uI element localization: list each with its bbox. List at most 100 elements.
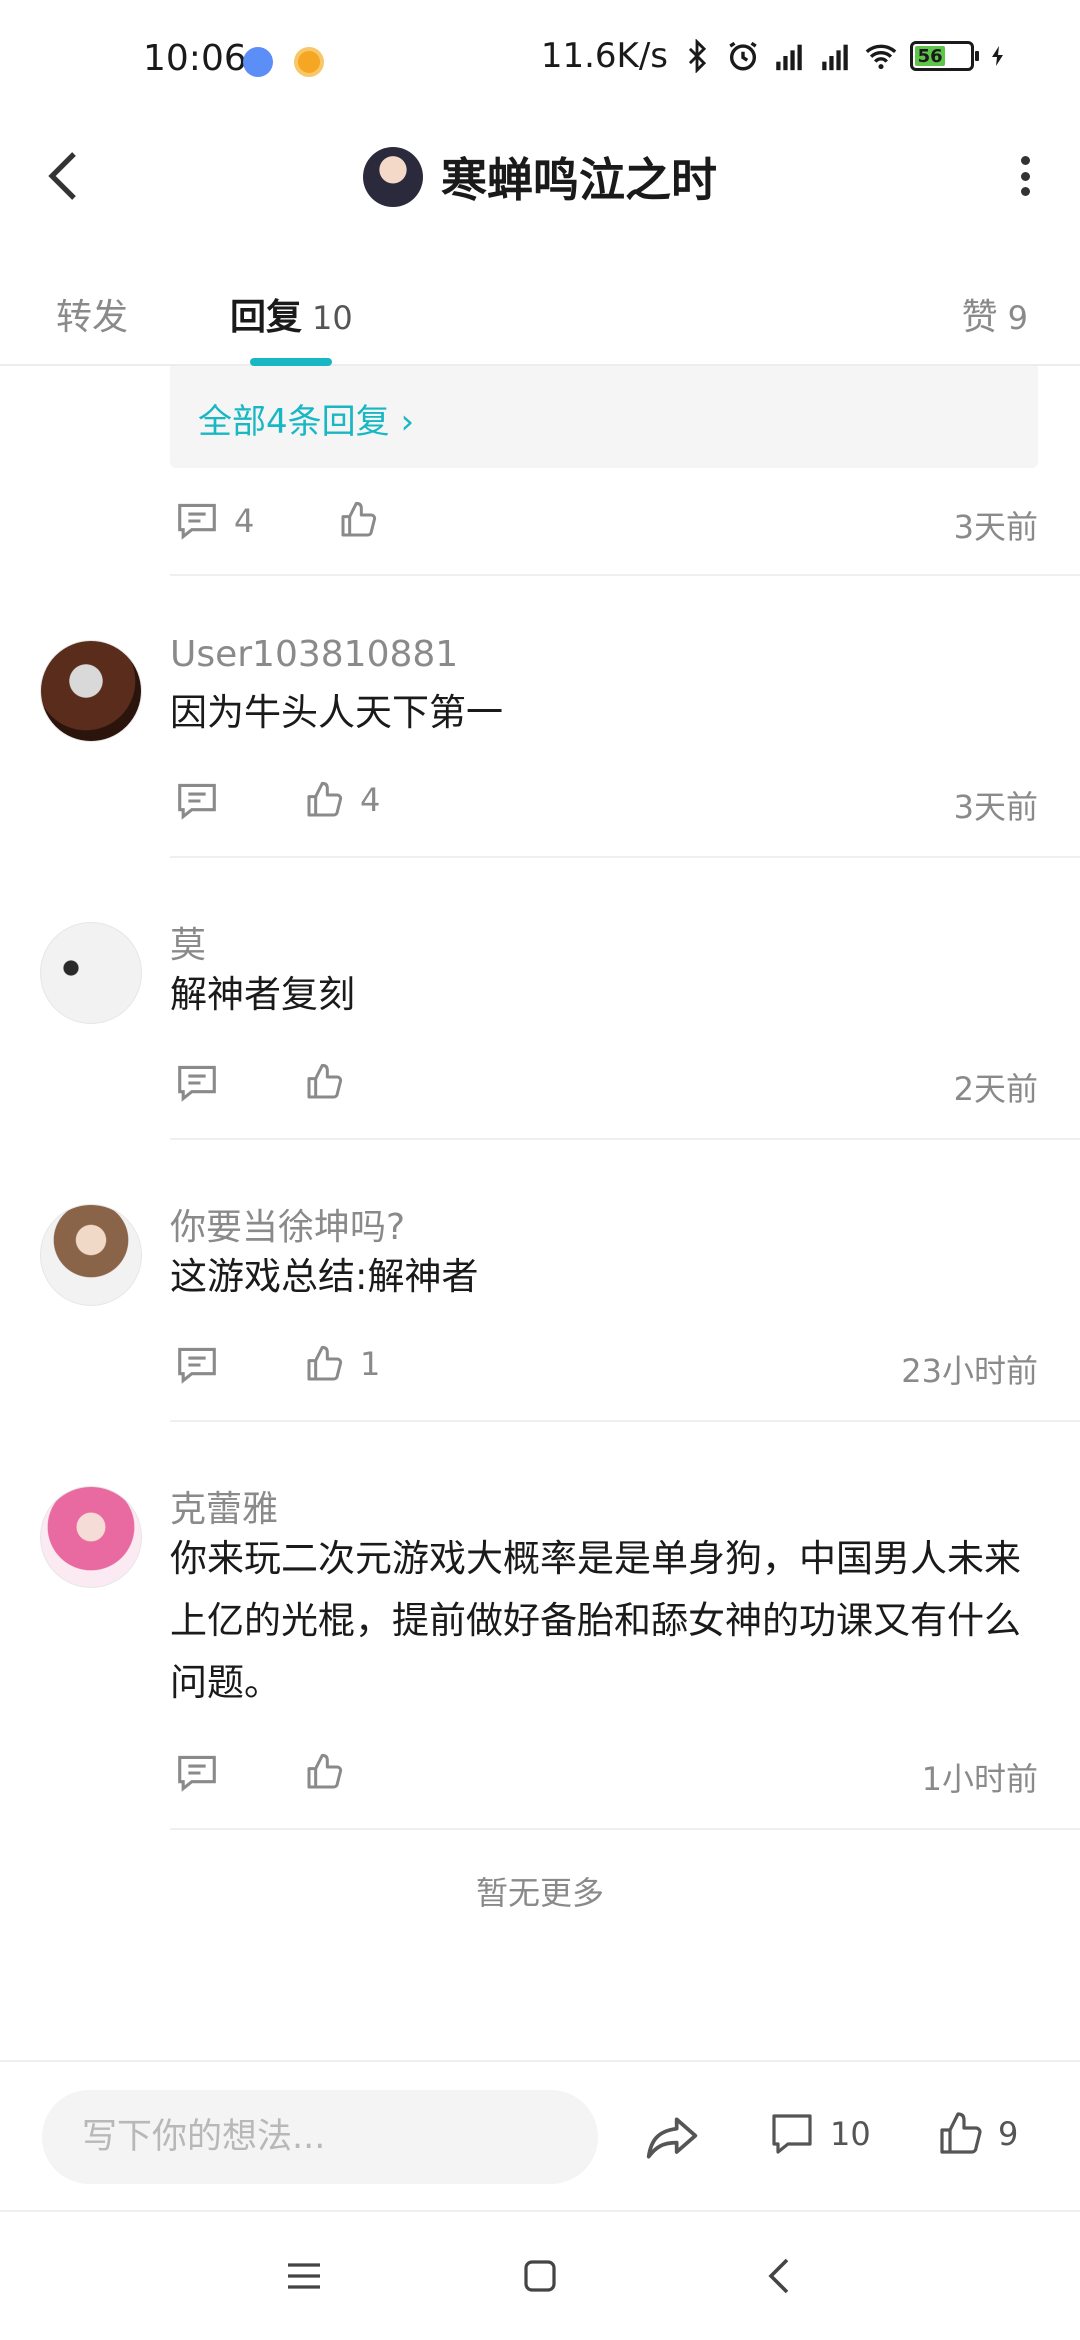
comment-actions: 1小时前 — [170, 1748, 1038, 1798]
more-options-button[interactable] — [1010, 150, 1040, 202]
comment-actions: 4 3天前 — [170, 776, 1038, 826]
network-speed: 11.6K/s — [540, 36, 668, 76]
comment-count-button[interactable]: 10 — [768, 2110, 871, 2158]
like-count: 1 — [360, 1345, 381, 1383]
comment-actions: 4 3天前 — [170, 496, 1038, 546]
divider — [170, 1420, 1080, 1422]
divider — [170, 574, 1080, 576]
view-all-replies-link[interactable]: 全部4条回复 › — [198, 394, 414, 443]
alarm-icon — [729, 41, 757, 71]
comment-actions: 2天前 — [170, 1058, 1038, 1108]
signal-hd-icon — [776, 44, 802, 71]
comment-input[interactable] — [42, 2090, 598, 2184]
comment-count: 10 — [830, 2115, 871, 2153]
square-icon — [524, 2260, 556, 2292]
divider — [170, 856, 1080, 858]
timestamp: 3天前 — [953, 788, 1038, 826]
system-back-button[interactable] — [752, 2248, 808, 2304]
header: 寒蝉鸣泣之时 — [0, 126, 1080, 226]
share-icon — [646, 2117, 698, 2159]
tab-likes-count: 9 — [1007, 299, 1028, 337]
reply-button[interactable] — [176, 1754, 234, 1792]
comment-text: 你来玩二次元游戏大概率是是单身狗，中国男人未来上亿的光棍，提前做好备胎和舔女神的… — [170, 1537, 1021, 1704]
tab-likes-label: 赞 — [961, 297, 998, 338]
subreply-box: 全部4条回复 › — [170, 366, 1038, 468]
status-time: 10:06 — [143, 38, 247, 79]
tab-likes[interactable]: 赞9 — [962, 288, 1028, 340]
comment-actions: 1 23小时前 — [170, 1340, 1038, 1390]
divider — [170, 1138, 1080, 1140]
dot-icon — [1020, 156, 1030, 165]
notification-app-icon — [294, 47, 324, 77]
avatar[interactable] — [40, 922, 142, 1024]
dot-icon — [1020, 171, 1030, 181]
timestamp: 2天前 — [953, 1070, 1038, 1108]
reply-button[interactable] — [176, 1064, 234, 1102]
status-bar: 10:06 11.6K/s 56 — [0, 0, 1080, 126]
tab-bar: 转发 回复 10 赞9 — [0, 268, 1080, 366]
comment-text: 因为牛头人天下第一 — [170, 691, 503, 734]
timestamp: 3天前 — [953, 508, 1038, 546]
status-icons: 11.6K/s 56 — [541, 36, 1010, 76]
battery-icon: 56 — [910, 41, 979, 71]
share-button[interactable] — [644, 2110, 700, 2166]
comment-icon — [178, 783, 216, 820]
thumbs-up-icon — [307, 1345, 343, 1381]
thumbs-up-icon — [940, 2112, 982, 2154]
chevron-left-icon — [768, 2258, 789, 2294]
comment-username[interactable]: 莫 — [170, 916, 206, 968]
header-title-group: 寒蝉鸣泣之时 — [0, 144, 1080, 210]
tab-forward[interactable]: 转发 — [56, 288, 128, 340]
reply-button[interactable] — [176, 782, 234, 820]
system-nav-bar — [0, 2210, 1080, 2340]
like-count-button[interactable]: 9 — [936, 2110, 1018, 2158]
comment-username[interactable]: User103810881 — [170, 634, 458, 675]
divider — [170, 1828, 1080, 1830]
reply-button[interactable]: 4 — [176, 502, 254, 540]
comment-icon — [178, 503, 216, 540]
bottom-action-bar: 10 9 — [0, 2060, 1080, 2210]
comment-icon — [178, 1347, 216, 1384]
like-button[interactable] — [338, 500, 378, 540]
reply-button[interactable] — [176, 1346, 234, 1384]
page-title: 寒蝉鸣泣之时 — [441, 153, 717, 207]
wifi-icon — [865, 44, 897, 70]
thumbs-up-icon — [307, 781, 343, 817]
recent-apps-button[interactable] — [276, 2248, 332, 2304]
like-button[interactable]: 1 — [304, 1344, 380, 1384]
charging-icon — [992, 46, 1003, 66]
like-count: 9 — [998, 2115, 1019, 2153]
menu-icon — [288, 2263, 320, 2289]
timestamp: 23小时前 — [901, 1352, 1038, 1390]
like-button[interactable] — [304, 1752, 360, 1792]
avatar[interactable] — [40, 640, 142, 742]
like-button[interactable] — [304, 1062, 360, 1102]
comment-text: 解神者复刻 — [170, 973, 355, 1016]
battery-level: 56 — [915, 46, 946, 67]
comment-icon — [178, 1065, 216, 1102]
dot-icon — [1020, 187, 1030, 196]
avatar[interactable] — [40, 1204, 142, 1306]
comment-icon — [772, 2114, 812, 2154]
thumbs-up-icon — [307, 1753, 343, 1789]
tab-reply-label: 回复 — [230, 297, 303, 338]
thumbs-up-icon — [307, 1063, 343, 1099]
reply-count: 4 — [234, 502, 255, 540]
timestamp: 1小时前 — [921, 1760, 1038, 1798]
thumbs-up-icon — [341, 501, 377, 537]
comment-text: 这游戏总结:解神者 — [170, 1255, 479, 1298]
comment-username[interactable]: 克蕾雅 — [170, 1480, 278, 1532]
comment-username[interactable]: 你要当徐坤吗? — [170, 1198, 405, 1250]
home-button[interactable] — [512, 2248, 568, 2304]
like-button[interactable]: 4 — [304, 780, 380, 820]
no-more-text: 暂无更多 — [475, 1874, 604, 1912]
avatar[interactable] — [363, 147, 423, 207]
bluetooth-icon — [688, 39, 707, 73]
signal-hd-icon — [822, 44, 848, 71]
avatar[interactable] — [40, 1486, 142, 1588]
comment-input-container[interactable] — [42, 2090, 598, 2184]
comment-icon — [178, 1755, 216, 1792]
active-tab-indicator — [250, 358, 332, 366]
tab-reply[interactable]: 回复 10 — [230, 288, 353, 340]
like-count: 4 — [360, 781, 381, 819]
